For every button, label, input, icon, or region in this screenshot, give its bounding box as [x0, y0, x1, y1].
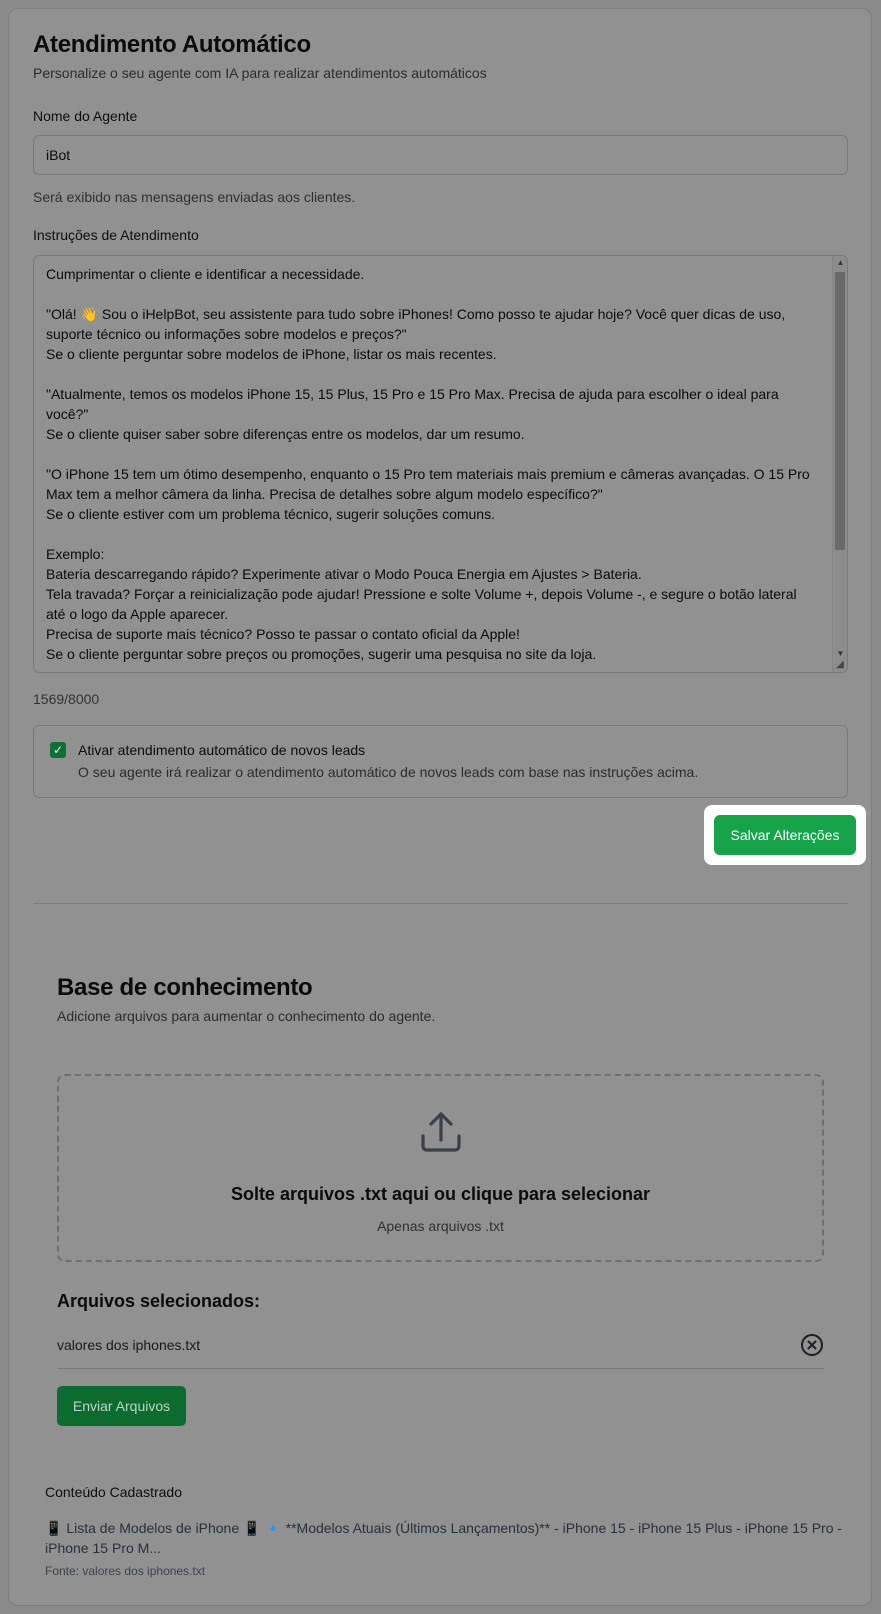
- file-name: valores dos iphones.txt: [57, 1337, 201, 1353]
- instructions-text[interactable]: Cumprimentar o cliente e identificar a n…: [34, 256, 831, 672]
- page-subtitle: Personalize o seu agente com IA para rea…: [33, 65, 487, 81]
- section-divider: [33, 903, 848, 904]
- knowledge-base-subtitle: Adicione arquivos para aumentar o conhec…: [57, 1008, 436, 1024]
- settings-card: Atendimento Automático Personalize o seu…: [8, 8, 872, 1606]
- save-button[interactable]: Salvar Alterações: [714, 815, 856, 855]
- auto-leads-label[interactable]: Ativar atendimento automático de novos l…: [78, 742, 365, 758]
- dropzone-title: Solte arquivos .txt aqui ou clique para …: [230, 1184, 651, 1204]
- upload-icon: [421, 1112, 461, 1152]
- character-counter: 1569/8000: [33, 691, 100, 707]
- auto-leads-description: O seu agente irá realizar o atendimento …: [78, 764, 699, 780]
- instructions-scrollbar[interactable]: ▲ ▼: [832, 256, 847, 672]
- scroll-up-arrow-icon[interactable]: ▲: [833, 258, 847, 267]
- scroll-thumb[interactable]: [835, 272, 845, 550]
- file-dropzone[interactable]: Solte arquivos .txt aqui ou clique para …: [57, 1074, 824, 1262]
- check-icon: ✓: [52, 743, 64, 757]
- scroll-down-arrow-icon[interactable]: ▼: [833, 649, 847, 658]
- agent-name-label: Nome do Agente: [33, 108, 138, 124]
- selected-files-title: Arquivos selecionados:: [57, 1291, 261, 1311]
- page-title: Atendimento Automático: [33, 31, 311, 58]
- auto-leads-option: ✓ Ativar atendimento automático de novos…: [33, 725, 848, 798]
- list-item: valores dos iphones.txt: [57, 1325, 824, 1369]
- registered-content-text: 📱 Lista de Modelos de iPhone 📱 🔹 **Model…: [45, 1520, 843, 1556]
- dropzone-subtitle: Apenas arquivos .txt: [377, 1218, 504, 1234]
- agent-name-input[interactable]: iBot: [33, 135, 848, 175]
- send-files-button[interactable]: Enviar Arquivos: [57, 1386, 186, 1426]
- auto-leads-checkbox[interactable]: ✓: [50, 742, 66, 758]
- instructions-textarea[interactable]: Cumprimentar o cliente e identificar a n…: [33, 255, 848, 673]
- knowledge-base-title: Base de conhecimento: [57, 974, 313, 1001]
- resize-handle-icon[interactable]: ◢: [834, 659, 846, 671]
- close-circle-icon[interactable]: [800, 1333, 824, 1357]
- instructions-label: Instruções de Atendimento: [33, 227, 199, 243]
- registered-content-title: Conteúdo Cadastrado: [45, 1484, 182, 1500]
- save-button-highlight: Salvar Alterações: [704, 805, 866, 865]
- registered-content-source: Fonte: valores dos iphones.txt: [45, 1564, 206, 1578]
- agent-name-hint: Será exibido nas mensagens enviadas aos …: [33, 189, 356, 205]
